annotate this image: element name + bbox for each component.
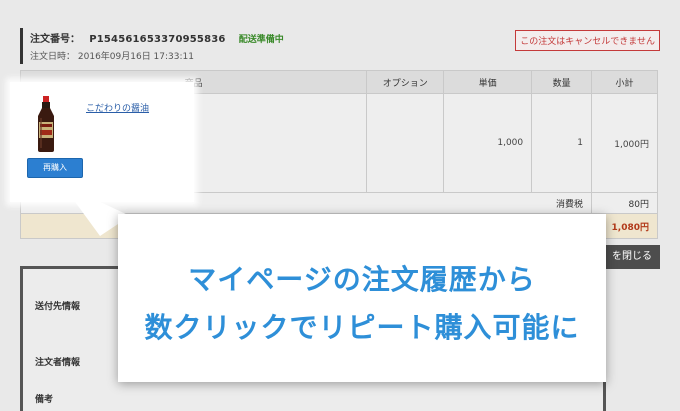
callout-line-2: 数クリックでリピート購入可能に (144, 311, 580, 344)
orderer-info-label: 注文者情報 (35, 358, 81, 368)
option-cell (366, 93, 445, 193)
order-number: P154561653370955836 (89, 34, 226, 45)
quantity-cell: 1 (531, 93, 593, 193)
soy-sauce-bottle-image (38, 96, 54, 152)
rebuy-button[interactable]: 再購入 (27, 158, 83, 178)
column-header-subtotal: 小計 (591, 70, 658, 94)
callout-line-1: マイページの注文履歴から (188, 263, 536, 296)
header-accent-bar (20, 28, 23, 64)
unit-price-cell: 1,000 (443, 93, 533, 193)
shipping-info-label: 送付先情報 (35, 302, 81, 312)
notes-label: 備考 (35, 395, 54, 405)
order-date: 2016年09月16日 17:33:11 (77, 52, 194, 62)
order-number-line: 注文番号： P154561653370955836 配送準備中 (30, 30, 284, 45)
close-button[interactable]: を閉じる (604, 245, 660, 269)
tax-value: 80円 (591, 192, 658, 214)
order-header: 注文番号： P154561653370955836 配送準備中 注文日時： 20… (20, 28, 660, 64)
subtotal-cell: 1,000円 (591, 93, 658, 193)
cancel-notice: この注文はキャンセルできません (515, 30, 660, 51)
column-header-unit-price: 単価 (443, 70, 533, 94)
column-header-quantity: 数量 (531, 70, 593, 94)
product-link[interactable]: こだわりの醤油 (86, 101, 149, 114)
order-date-label: 注文日時： (30, 52, 76, 62)
promo-callout: マイページの注文履歴から 数クリックでリピート購入可能に (118, 214, 606, 382)
status-badge: 配送準備中 (238, 35, 284, 45)
order-number-label: 注文番号： (30, 34, 80, 45)
order-date-line: 注文日時： 2016年09月16日 17:33:11 (30, 49, 194, 62)
column-header-option: オプション (366, 70, 445, 94)
